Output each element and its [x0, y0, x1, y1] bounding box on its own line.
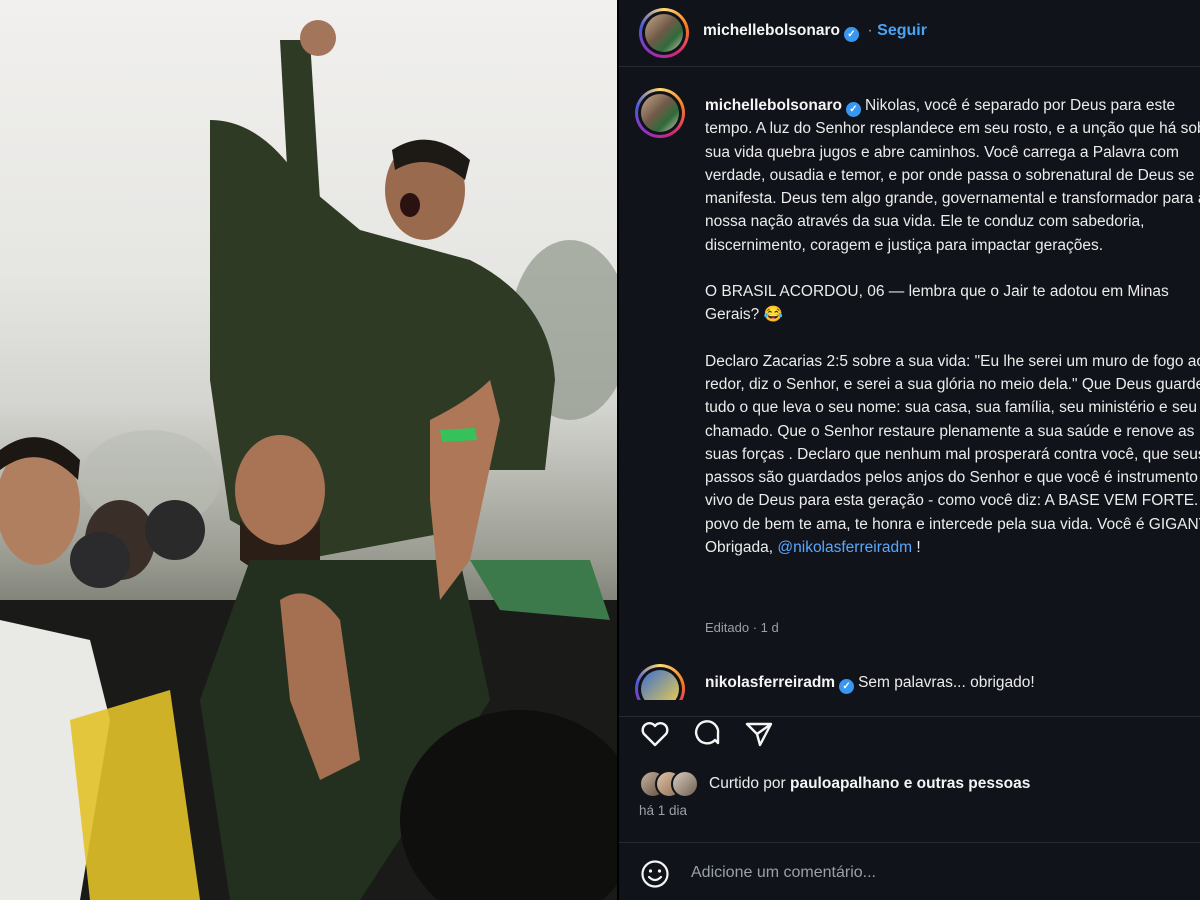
- post-panel: michellebolsonaro ✓ · Seguir michellebols…: [619, 0, 1200, 900]
- mention-link[interactable]: @nikolasferreiradm: [777, 539, 912, 556]
- reply-text: Sem palavras... obrigado!: [858, 674, 1035, 691]
- reply-username[interactable]: nikolasferreiradm: [705, 674, 835, 691]
- crowd-photo: [0, 20, 617, 900]
- liker-avatar: [671, 770, 699, 798]
- post-photo: [0, 0, 617, 900]
- heart-icon[interactable]: [639, 718, 671, 750]
- scroll-cutoff: [619, 700, 1200, 716]
- separator-dot: ·: [862, 22, 878, 39]
- liker-username[interactable]: paulo​apalhano: [790, 775, 899, 792]
- likes-prefix: Curtido por: [709, 775, 786, 792]
- post-header: michellebolsonaro ✓ · Seguir: [639, 8, 1199, 58]
- verified-badge-icon: ✓: [845, 102, 861, 117]
- caption-avatar[interactable]: [635, 88, 685, 138]
- follow-button[interactable]: Seguir: [877, 22, 927, 39]
- emoji-icon[interactable]: [639, 858, 671, 890]
- caption-paragraph-3: Declaro Zacarias 2:5 sobre a sua vida: "…: [705, 350, 1200, 560]
- author-avatar[interactable]: [639, 8, 689, 58]
- verified-badge-icon: ✓: [843, 27, 859, 42]
- edited-label: Editado · 1 d: [705, 620, 779, 635]
- likes-text: Curtido por paulo​apalhano e outras pess…: [709, 775, 1030, 793]
- verified-badge-icon: ✓: [839, 679, 855, 694]
- author-line: michellebolsonaro ✓ · Seguir: [703, 22, 927, 42]
- caption-text-1: Nikolas, você é separado por Deus para e…: [705, 97, 1200, 254]
- comment-input[interactable]: Adicione um comentário...: [691, 864, 876, 882]
- caption-ending: !: [916, 539, 921, 557]
- comment-icon[interactable]: [691, 718, 723, 750]
- caption-username[interactable]: michellebolsonaro: [705, 97, 842, 114]
- caption-paragraph-2: O BRASIL ACORDOU, 06 — lembra que o Jair…: [705, 283, 1169, 324]
- caption-paragraph-1: michellebolsonaro ✓ Nikolas, você é separa…: [705, 94, 1200, 257]
- screenshot-root: michellebolsonaro ✓ · Seguir michellebols…: [0, 0, 1200, 900]
- likes-suffix[interactable]: e outras pessoas: [904, 775, 1031, 792]
- share-icon[interactable]: [743, 718, 775, 750]
- comment-bar: Adicione um comentário...: [619, 842, 1200, 900]
- liker-avatars: [639, 770, 711, 798]
- actions-divider: [619, 716, 1200, 717]
- header-divider: [619, 66, 1200, 67]
- post-time[interactable]: há 1 dia: [639, 803, 687, 818]
- author-username[interactable]: michellebolsonaro: [703, 22, 840, 39]
- caption-text-3: Declaro Zacarias 2:5 sobre a sua vida: "…: [705, 352, 1200, 557]
- reply-comment: nikolasferreiradm ✓ Sem palavras... obriga…: [705, 674, 1035, 694]
- post-caption: michellebolsonaro ✓ Nikolas, você é separa…: [705, 94, 1200, 582]
